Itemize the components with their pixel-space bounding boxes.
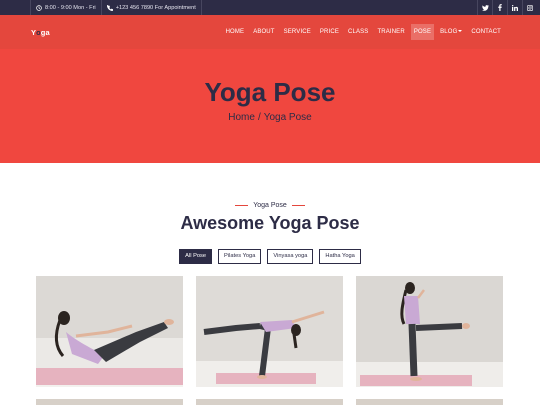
section-tag-label: Yoga Pose	[253, 202, 287, 209]
instagram-icon[interactable]	[522, 0, 537, 15]
pose-card[interactable]	[36, 399, 183, 405]
pose-card[interactable]	[196, 276, 343, 387]
page-title: Yoga Pose	[204, 77, 336, 107]
phone-icon	[106, 4, 113, 11]
breadcrumb-current: Yoga Pose	[263, 112, 312, 123]
twitter-icon[interactable]	[477, 0, 492, 15]
filter-all-pose[interactable]: All Pose	[179, 249, 213, 264]
nav-item-class[interactable]: CLASS	[345, 24, 371, 40]
phone-text[interactable]: +123 456 7890 For Appointment	[116, 5, 196, 11]
hours-text: 8:00 - 9:00 Mon - Fri	[45, 4, 96, 11]
clock-icon	[36, 4, 42, 11]
filter-pilates-yoga[interactable]: Pilates Yoga	[218, 249, 262, 264]
section-title: Awesome Yoga Pose	[180, 213, 360, 233]
filter-hatha-yoga[interactable]: Hatha Yoga	[319, 249, 361, 264]
nav-item-home[interactable]: HOME	[223, 24, 248, 40]
pose-card[interactable]	[36, 276, 183, 387]
tag-line-left	[235, 204, 249, 207]
pose-card[interactable]	[196, 399, 343, 405]
tag-line-right	[291, 204, 305, 207]
nav-item-pose[interactable]: POSE	[410, 24, 435, 40]
breadcrumb-home-link[interactable]: Home	[228, 112, 255, 123]
nav-item-about[interactable]: ABOUT	[250, 24, 277, 40]
page-header: Yoga Pose Home / Yoga Pose	[0, 49, 540, 163]
phone-info: +123 456 7890 For Appointment	[100, 0, 202, 15]
nav-item-blog[interactable]: BLOG	[437, 24, 465, 40]
pose-filter-bar: All Pose Pilates Yoga Vinyasa yoga Hatha…	[0, 249, 540, 264]
linkedin-icon[interactable]	[507, 0, 522, 15]
caret-down-icon	[458, 30, 463, 33]
pose-photo	[356, 276, 503, 387]
nav-item-service[interactable]: SERVICE	[281, 24, 314, 40]
site-logo[interactable]: Yo ga	[31, 15, 50, 49]
pose-photo	[36, 276, 183, 387]
nav-menu: HOME ABOUT SERVICE PRICE CLASS TRAINER P…	[220, 24, 504, 40]
breadcrumb: Home / Yoga Pose	[0, 112, 540, 123]
top-info-bar: 8:00 - 9:00 Mon - Fri +123 456 7890 For …	[0, 0, 540, 15]
section-tag: Yoga Pose	[0, 202, 540, 209]
nav-item-price[interactable]: PRICE	[317, 24, 342, 40]
facebook-icon[interactable]	[492, 0, 507, 15]
breadcrumb-separator: /	[257, 112, 261, 123]
pose-card[interactable]	[356, 276, 503, 387]
filter-vinyasa-yoga[interactable]: Vinyasa yoga	[267, 249, 314, 264]
pose-photo	[196, 276, 343, 387]
main-navbar: Yo ga HOME ABOUT SERVICE PRICE CLASS TRAI…	[0, 15, 540, 49]
pose-card[interactable]	[356, 399, 503, 405]
nav-item-blog-label: BLOG	[440, 29, 458, 35]
nav-item-contact[interactable]: CONTACT	[468, 24, 504, 40]
nav-item-trainer[interactable]: TRAINER	[374, 24, 407, 40]
hours-info: 8:00 - 9:00 Mon - Fri	[30, 0, 101, 15]
